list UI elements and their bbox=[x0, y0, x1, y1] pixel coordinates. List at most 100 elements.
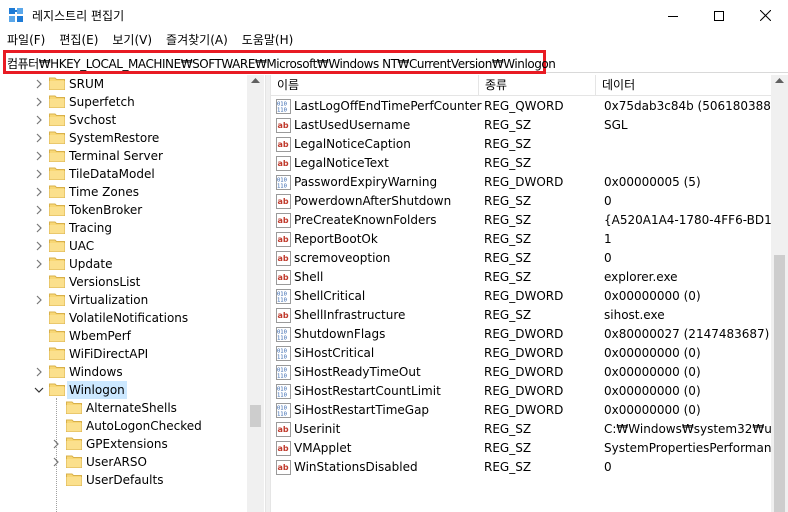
chevron-right-icon[interactable] bbox=[34, 258, 44, 270]
tree-item[interactable]: VersionsList bbox=[0, 273, 247, 291]
tree-scrollbar[interactable] bbox=[247, 75, 264, 512]
chevron-right-icon[interactable] bbox=[34, 240, 44, 252]
value-name: SiHostCritical bbox=[294, 346, 375, 360]
value-row[interactable]: 010 110 LastLogOffEndTimePerfCounter REG_QW… bbox=[271, 97, 771, 116]
value-data: 0 bbox=[604, 194, 612, 208]
value-data: 0 bbox=[604, 251, 612, 265]
chevron-right-icon[interactable] bbox=[51, 456, 61, 468]
tree-item[interactable]: TileDataModel bbox=[0, 165, 247, 183]
tree-item[interactable]: GPExtensions bbox=[0, 435, 247, 453]
chevron-right-icon[interactable] bbox=[34, 294, 44, 306]
value-row[interactable]: ab LastUsedUsername REG_SZ SGL bbox=[271, 116, 771, 135]
value-row[interactable]: ab PreCreateKnownFolders REG_SZ {A520A1A4-1… bbox=[271, 211, 771, 230]
folder-icon bbox=[49, 329, 65, 342]
column-header-data[interactable]: 데이터 bbox=[596, 75, 771, 96]
tree-item[interactable]: Winlogon bbox=[0, 381, 247, 399]
folder-icon bbox=[66, 473, 82, 486]
folder-icon bbox=[49, 185, 65, 198]
close-button[interactable] bbox=[742, 0, 788, 31]
tree-item-label: UserDefaults bbox=[86, 473, 164, 487]
menu-favorites[interactable]: 즐겨찾기(A) bbox=[159, 31, 235, 50]
tree-item[interactable]: UAC bbox=[0, 237, 247, 255]
value-type: REG_DWORD bbox=[484, 346, 564, 360]
value-row[interactable]: 010 110 SiHostCritical REG_DWORD 0x00000000 … bbox=[271, 344, 771, 363]
tree-item[interactable]: Superfetch bbox=[0, 93, 247, 111]
chevron-down-icon[interactable] bbox=[34, 384, 44, 396]
registry-editor-app-icon bbox=[9, 8, 23, 22]
minimize-button[interactable] bbox=[650, 0, 696, 31]
value-row[interactable]: 010 110 SiHostRestartTimeGap REG_DWORD 0x000… bbox=[271, 401, 771, 420]
address-path: 컴퓨터₩HKEY_LOCAL_MACHINE₩SOFTWARE₩Microsof… bbox=[7, 57, 556, 71]
tree-item[interactable]: AlternateShells bbox=[0, 399, 247, 417]
maximize-icon bbox=[714, 10, 724, 21]
chevron-right-icon[interactable] bbox=[34, 114, 44, 126]
value-name: VMApplet bbox=[294, 441, 352, 455]
chevron-right-icon[interactable] bbox=[34, 150, 44, 162]
value-row[interactable]: ab WinStationsDisabled REG_SZ 0 bbox=[271, 458, 771, 477]
tree-item[interactable]: Virtualization bbox=[0, 291, 247, 309]
binary-value-icon: 010110 bbox=[276, 346, 291, 361]
tree-item[interactable]: UserDefaults bbox=[0, 471, 247, 489]
folder-icon bbox=[49, 149, 65, 162]
window-title: 레지스트리 편집기 bbox=[32, 9, 125, 23]
title-bar[interactable]: 레지스트리 편집기 bbox=[0, 0, 788, 31]
maximize-button[interactable] bbox=[696, 0, 742, 31]
tree-item[interactable]: WbemPerf bbox=[0, 327, 247, 345]
chevron-right-icon[interactable] bbox=[34, 132, 44, 144]
tree-item[interactable]: Update bbox=[0, 255, 247, 273]
string-value-icon: ab bbox=[276, 422, 291, 437]
tree-item[interactable]: VolatileNotifications bbox=[0, 309, 247, 327]
value-row[interactable]: 010 110 SiHostRestartCountLimit REG_DWORD 0x… bbox=[271, 382, 771, 401]
value-row[interactable]: ab ShellInfrastructure REG_SZ sihost.exe bbox=[271, 306, 771, 325]
svg-text:110: 110 bbox=[277, 412, 287, 418]
chevron-right-icon[interactable] bbox=[51, 438, 61, 450]
folder-icon bbox=[49, 131, 65, 144]
value-row[interactable]: ab VMApplet REG_SZ SystemPropertiesPerforma… bbox=[271, 439, 771, 458]
value-row[interactable]: 010 110 PasswordExpiryWarning REG_DWORD 0x00… bbox=[271, 173, 771, 192]
scroll-up-icon[interactable] bbox=[775, 77, 784, 83]
value-row[interactable]: 010 110 SiHostReadyTimeOut REG_DWORD 0x00000… bbox=[271, 363, 771, 382]
tree-item[interactable]: Windows bbox=[0, 363, 247, 381]
scroll-up-icon[interactable] bbox=[251, 77, 260, 83]
value-row[interactable]: ab scremoveoption REG_SZ 0 bbox=[271, 249, 771, 268]
tree-item[interactable]: TokenBroker bbox=[0, 201, 247, 219]
tree-item[interactable]: Tracing bbox=[0, 219, 247, 237]
value-row[interactable]: ab LegalNoticeCaption REG_SZ bbox=[271, 135, 771, 154]
value-row[interactable]: 010 110 ShellCritical REG_DWORD 0x00000000 (… bbox=[271, 287, 771, 306]
menu-edit[interactable]: 편집(E) bbox=[52, 31, 105, 50]
menu-view[interactable]: 보기(V) bbox=[105, 31, 159, 50]
chevron-right-icon[interactable] bbox=[34, 96, 44, 108]
address-bar[interactable]: 컴퓨터₩HKEY_LOCAL_MACHINE₩SOFTWARE₩Microsof… bbox=[3, 50, 556, 74]
value-data: 0x00000005 (5) bbox=[604, 175, 701, 189]
column-header-name[interactable]: 이름 bbox=[271, 75, 479, 96]
list-scrollbar-thumb[interactable] bbox=[774, 255, 785, 512]
value-row[interactable]: ab ReportBootOk REG_SZ 1 bbox=[271, 230, 771, 249]
tree-item[interactable]: Terminal Server bbox=[0, 147, 247, 165]
folder-icon bbox=[49, 113, 65, 126]
value-row[interactable]: ab Shell REG_SZ explorer.exe bbox=[271, 268, 771, 287]
tree-item[interactable]: UserARSO bbox=[0, 453, 247, 471]
binary-value-icon: 010110 bbox=[276, 99, 291, 114]
tree-item[interactable]: SRUM bbox=[0, 75, 247, 93]
binary-value-icon: 010110 bbox=[276, 403, 291, 418]
tree-item[interactable]: Svchost bbox=[0, 111, 247, 129]
chevron-right-icon[interactable] bbox=[34, 222, 44, 234]
tree-item[interactable]: WiFiDirectAPI bbox=[0, 345, 247, 363]
value-row[interactable]: ab LegalNoticeText REG_SZ bbox=[271, 154, 771, 173]
value-row[interactable]: 010 110 ShutdownFlags REG_DWORD 0x80000027 (… bbox=[271, 325, 771, 344]
value-row[interactable]: ab PowerdownAfterShutdown REG_SZ 0 bbox=[271, 192, 771, 211]
chevron-right-icon[interactable] bbox=[34, 186, 44, 198]
chevron-right-icon[interactable] bbox=[34, 204, 44, 216]
tree-item[interactable]: AutoLogonChecked bbox=[0, 417, 247, 435]
menu-help[interactable]: 도움말(H) bbox=[235, 31, 301, 50]
chevron-right-icon[interactable] bbox=[34, 168, 44, 180]
list-scrollbar[interactable] bbox=[771, 75, 788, 512]
column-header-type[interactable]: 종류 bbox=[479, 75, 596, 96]
chevron-right-icon[interactable] bbox=[34, 78, 44, 90]
tree-item[interactable]: SystemRestore bbox=[0, 129, 247, 147]
tree-item[interactable]: Time Zones bbox=[0, 183, 247, 201]
value-row[interactable]: ab Userinit REG_SZ C:₩Windows₩system32₩user… bbox=[271, 420, 771, 439]
menu-file[interactable]: 파일(F) bbox=[0, 31, 52, 50]
chevron-right-icon[interactable] bbox=[34, 366, 44, 378]
tree-scrollbar-thumb[interactable] bbox=[250, 405, 261, 427]
